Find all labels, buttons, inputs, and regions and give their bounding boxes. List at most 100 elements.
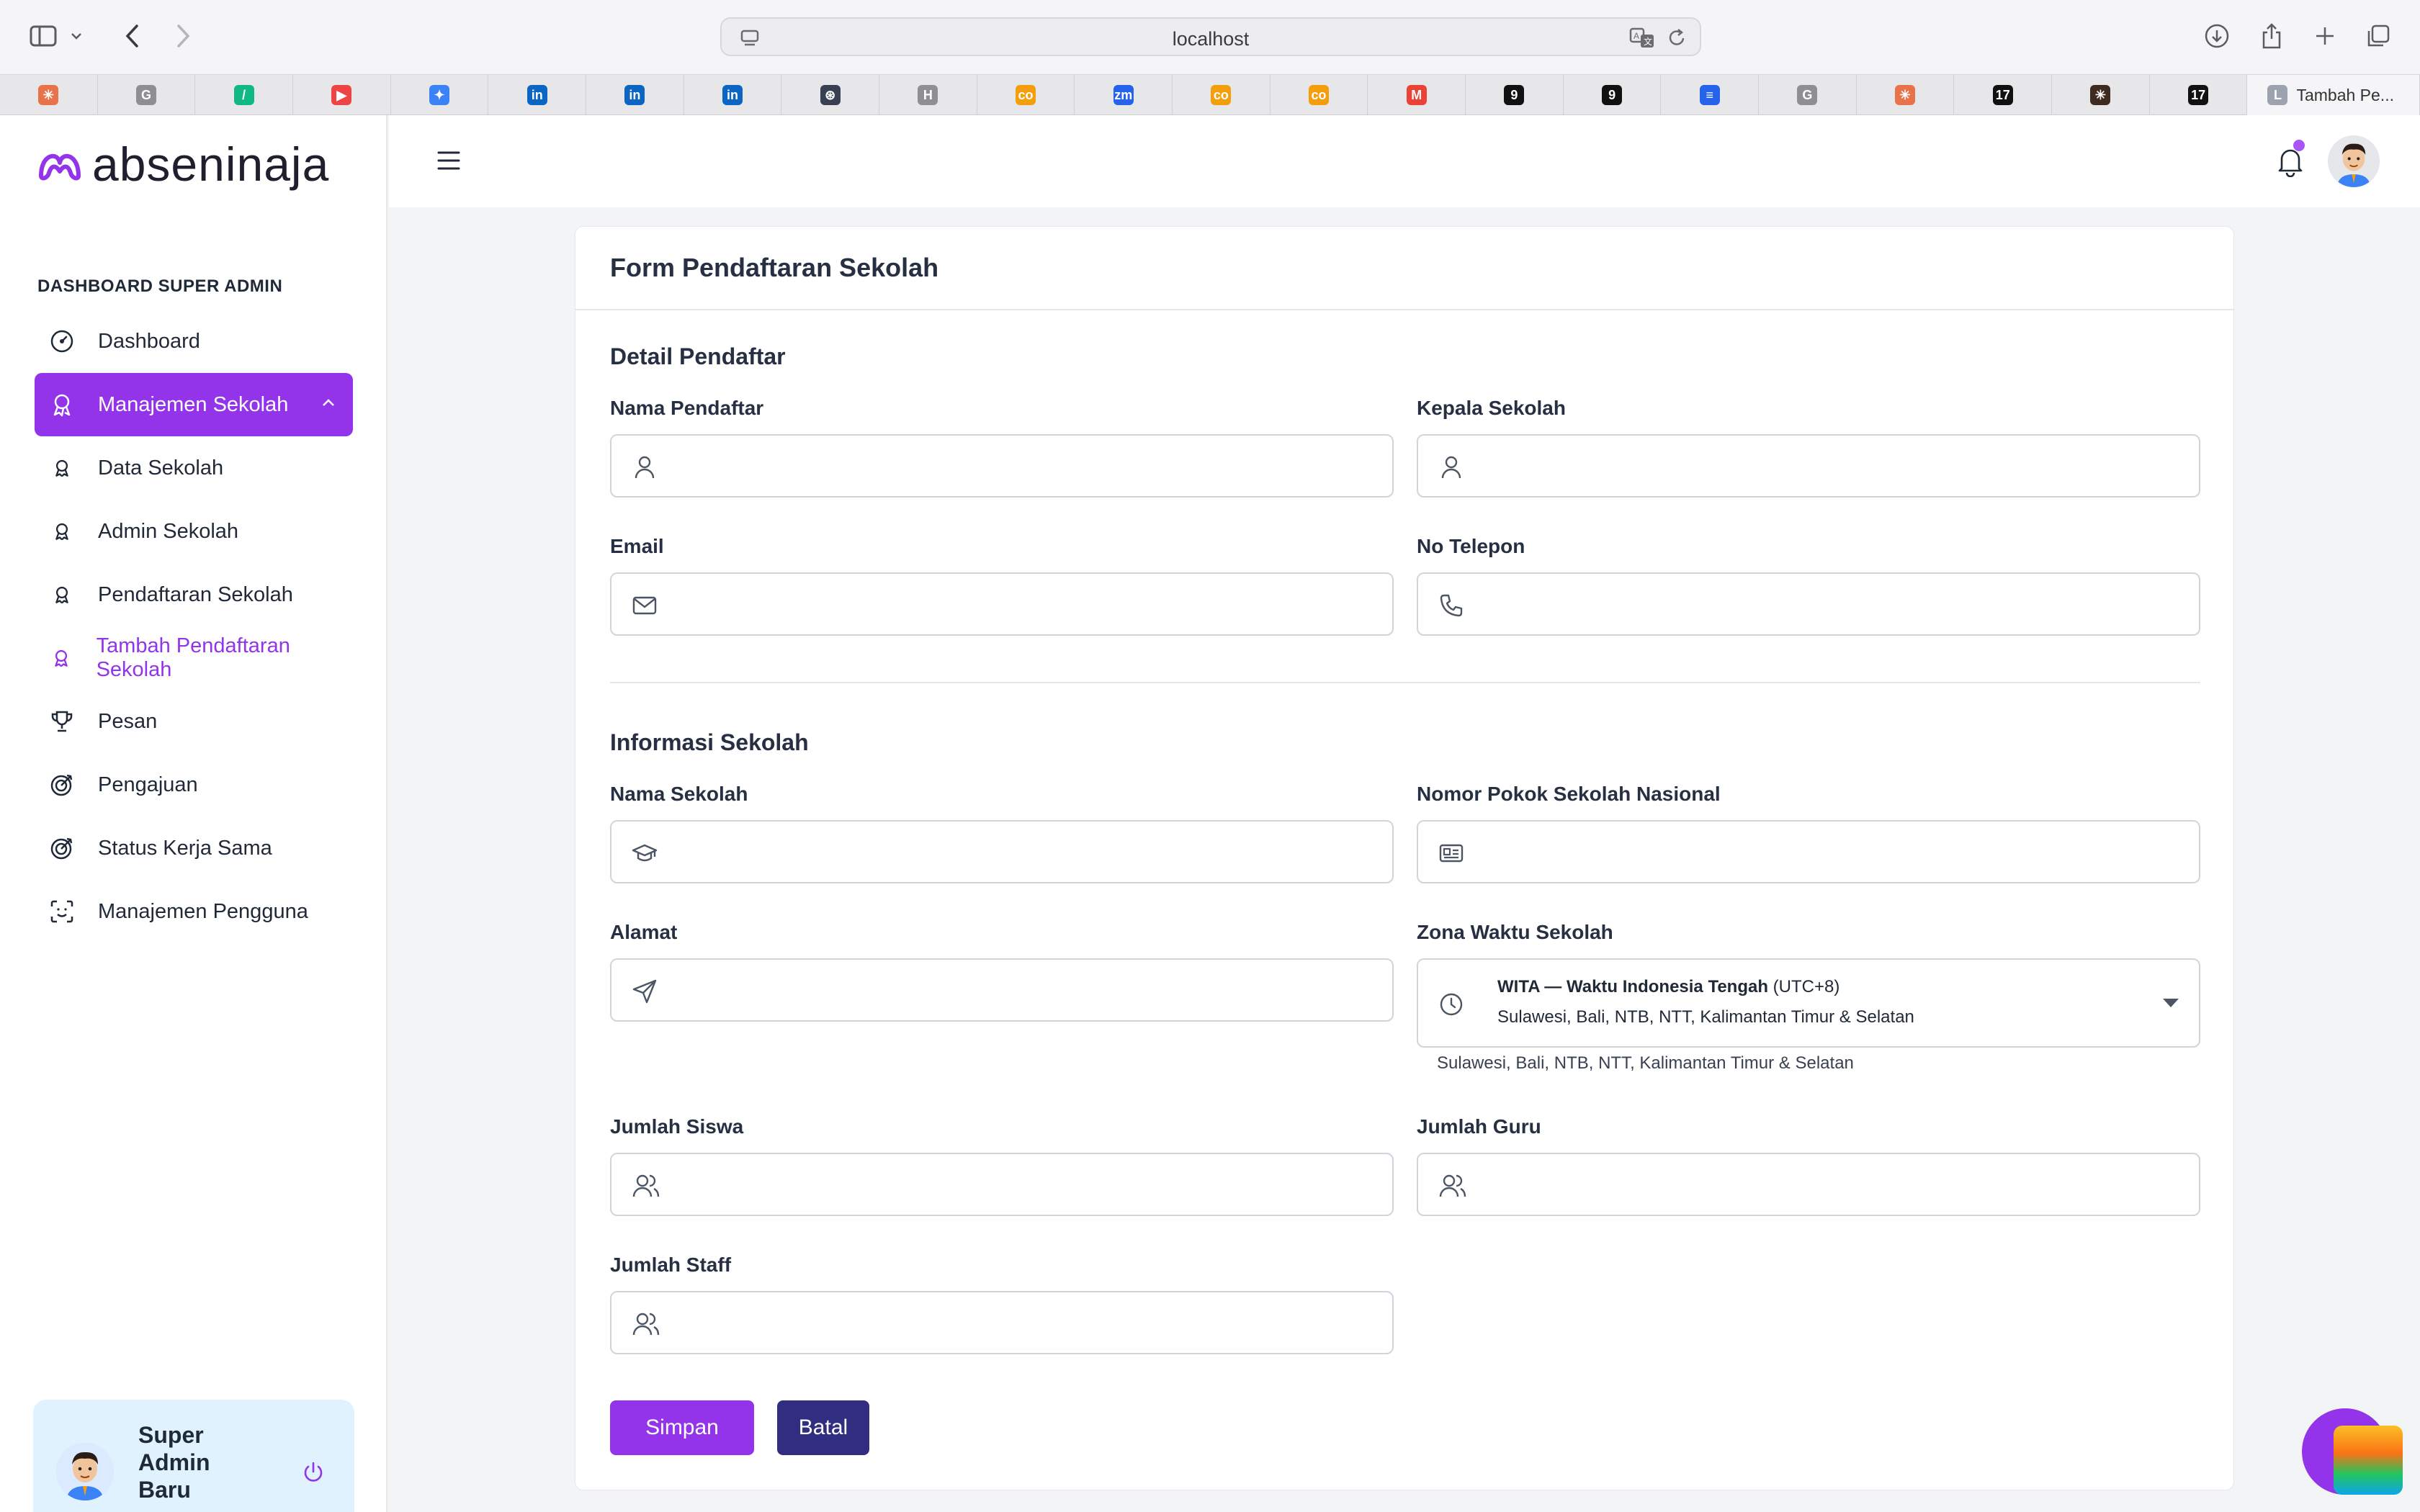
power-icon[interactable] — [301, 1460, 326, 1488]
tab-overview-icon[interactable] — [2361, 20, 2396, 52]
no-telepon-input[interactable] — [1483, 574, 2189, 634]
browser-tab[interactable]: in — [684, 75, 782, 115]
jumlah-staff-input[interactable] — [676, 1292, 1382, 1353]
avatar[interactable] — [2328, 135, 2380, 187]
browser-tab[interactable]: M — [1368, 75, 1466, 115]
download-icon[interactable] — [2200, 20, 2234, 52]
sidebar-toggle-icon[interactable] — [26, 20, 60, 52]
new-tab-icon[interactable] — [2308, 20, 2342, 52]
browser-tab[interactable]: / — [195, 75, 294, 115]
npsn-input[interactable] — [1483, 822, 2189, 882]
alamat-input[interactable] — [676, 960, 1382, 1020]
sidebar-item-label: Manajemen Sekolah — [98, 392, 289, 416]
browser-tab[interactable]: co — [977, 75, 1075, 115]
browser-tab[interactable]: ▶ — [293, 75, 391, 115]
tab-strip: ✳ G / ▶ ✦ in in in ⊛ Hco zm co co M 9 9 ≡ G ✳ 17 ✳ 17 L Tambah … — [0, 75, 2420, 115]
browser-tab[interactable]: co — [1270, 75, 1368, 115]
section-heading-informasi-sekolah: Informasi Sekolah — [610, 729, 809, 755]
hamburger-menu-icon[interactable] — [436, 150, 461, 175]
sidebar-item-manajemen-pengguna[interactable]: Manajemen Pengguna — [35, 880, 353, 943]
id-card-icon — [1438, 840, 1464, 866]
nama-pendaftar-input[interactable] — [676, 436, 1382, 496]
field-label: Jumlah Siswa — [610, 1115, 744, 1138]
browser-tab[interactable]: ✦ — [391, 75, 489, 115]
sidebar-item-pengajuan[interactable]: Pengajuan — [35, 753, 353, 816]
kepala-sekolah-input[interactable] — [1483, 436, 2189, 496]
field-zona-waktu: Zona Waktu Sekolah WITA — Waktu Indonesi… — [1417, 921, 2200, 1048]
avatar[interactable] — [56, 1443, 114, 1500]
timezone-selected-label: WITA — Waktu Indonesia Tengah (UTC+8) — [1497, 977, 1840, 996]
email-input[interactable] — [676, 574, 1382, 634]
browser-tab[interactable]: in — [488, 75, 587, 115]
award-small-icon — [49, 455, 75, 481]
sidebar-item-pesan[interactable]: Pesan — [35, 690, 353, 753]
sidebar-item-label: Pengajuan — [98, 773, 198, 796]
browser-tab-active[interactable]: L Tambah Pe... — [2247, 75, 2420, 115]
jumlah-guru-input[interactable] — [1483, 1154, 2189, 1215]
chevron-down-icon[interactable] — [66, 20, 86, 52]
sidebar-item-tambah-pendaftaran-sekolah[interactable]: Tambah Pendaftaran Sekolah — [35, 626, 353, 690]
jumlah-siswa-input[interactable] — [676, 1154, 1382, 1215]
sidebar-item-label: Tambah Pendaftaran Sekolah — [96, 634, 290, 681]
sidebar-item-pendaftaran-sekolah[interactable]: Pendaftaran Sekolah — [35, 563, 353, 626]
timezone-select[interactable]: WITA — Waktu Indonesia Tengah (UTC+8) Su… — [1417, 958, 2200, 1048]
field-label: Nama Sekolah — [610, 783, 748, 805]
field-email: Email — [610, 535, 1394, 636]
notification-dot — [2293, 140, 2305, 151]
youtube-icon: ▶ — [331, 85, 352, 105]
reload-icon[interactable] — [1667, 27, 1687, 53]
sidebar-section-title: DASHBOARD SUPER ADMIN — [37, 276, 283, 296]
user-card: Super Admin Baru — [33, 1400, 354, 1512]
landscape-thumbnail-icon[interactable] — [2334, 1426, 2403, 1495]
browser-tab[interactable]: H — [879, 75, 977, 115]
browser-tab[interactable]: 17 — [2150, 75, 2248, 115]
card-header: Form Pendaftaran Sekolah — [575, 227, 2233, 310]
sidebar-item-label: Pendaftaran Sekolah — [98, 582, 293, 606]
brand-logo[interactable]: abseninaja — [37, 137, 329, 192]
browser-tab[interactable]: ⊛ — [781, 75, 880, 115]
browser-tab[interactable]: ✳ — [1857, 75, 1955, 115]
face-scan-icon — [49, 899, 75, 924]
chevron-up-icon[interactable] — [320, 393, 337, 417]
sidebar-item-dashboard[interactable]: Dashboard — [35, 310, 353, 373]
browser-tab[interactable]: zm — [1075, 75, 1173, 115]
share-icon[interactable] — [2254, 20, 2289, 52]
field-nama-sekolah: Nama Sekolah — [610, 783, 1394, 883]
nine-icon: 9 — [1504, 85, 1525, 105]
section-heading-detail-pendaftar: Detail Pendaftar — [610, 343, 786, 369]
timezone-selected-region: Sulawesi, Bali, NTB, NTT, Kalimantan Tim… — [1497, 1007, 1914, 1027]
sidebar-item-data-sekolah[interactable]: Data Sekolah — [35, 436, 353, 500]
browser-tab[interactable]: G — [1759, 75, 1857, 115]
infinity-icon: co — [1016, 85, 1036, 105]
browser-tab[interactable]: 9 — [1564, 75, 1662, 115]
sidebar-item-manajemen-sekolah[interactable]: Manajemen Sekolah — [35, 373, 353, 436]
browser-tab-title: Tambah Pe... — [2296, 85, 2394, 104]
tradingview-icon: 17 — [2188, 85, 2209, 105]
gauge-icon — [49, 328, 75, 354]
browser-tab[interactable]: ≡ — [1661, 75, 1760, 115]
infinity-icon: co — [1211, 85, 1232, 105]
back-arrow-icon[interactable] — [115, 20, 150, 52]
save-button[interactable]: Simpan — [610, 1400, 754, 1455]
section-divider — [610, 682, 2200, 683]
browser-tab[interactable]: co — [1173, 75, 1270, 115]
field-kepala-sekolah: Kepala Sekolah — [1417, 397, 2200, 498]
browser-tab[interactable]: ✳ — [2052, 75, 2150, 115]
address-bar[interactable]: localhost A文 — [720, 17, 1701, 56]
nama-sekolah-input[interactable] — [676, 822, 1382, 882]
browser-tab[interactable]: G — [98, 75, 196, 115]
browser-tab[interactable]: 17 — [1954, 75, 2053, 115]
slash-app-icon: / — [233, 85, 254, 105]
sidebar-item-admin-sekolah[interactable]: Admin Sekolah — [35, 500, 353, 563]
forward-arrow-icon[interactable] — [166, 20, 200, 52]
browser-tab[interactable]: ✳ — [0, 75, 98, 115]
timezone-help-text: Sulawesi, Bali, NTB, NTT, Kalimantan Tim… — [1437, 1053, 1854, 1073]
field-npsn: Nomor Pokok Sekolah Nasional — [1417, 783, 2200, 883]
sidebar: abseninaja DASHBOARD SUPER ADMIN Dashboa… — [0, 115, 387, 1512]
sidebar-item-label: Manajemen Pengguna — [98, 899, 308, 923]
sidebar-item-status-kerja-sama[interactable]: Status Kerja Sama — [35, 816, 353, 880]
translate-icon[interactable]: A文 — [1629, 27, 1657, 53]
browser-tab[interactable]: in — [586, 75, 684, 115]
browser-tab[interactable]: 9 — [1466, 75, 1564, 115]
cancel-button[interactable]: Batal — [777, 1400, 869, 1455]
